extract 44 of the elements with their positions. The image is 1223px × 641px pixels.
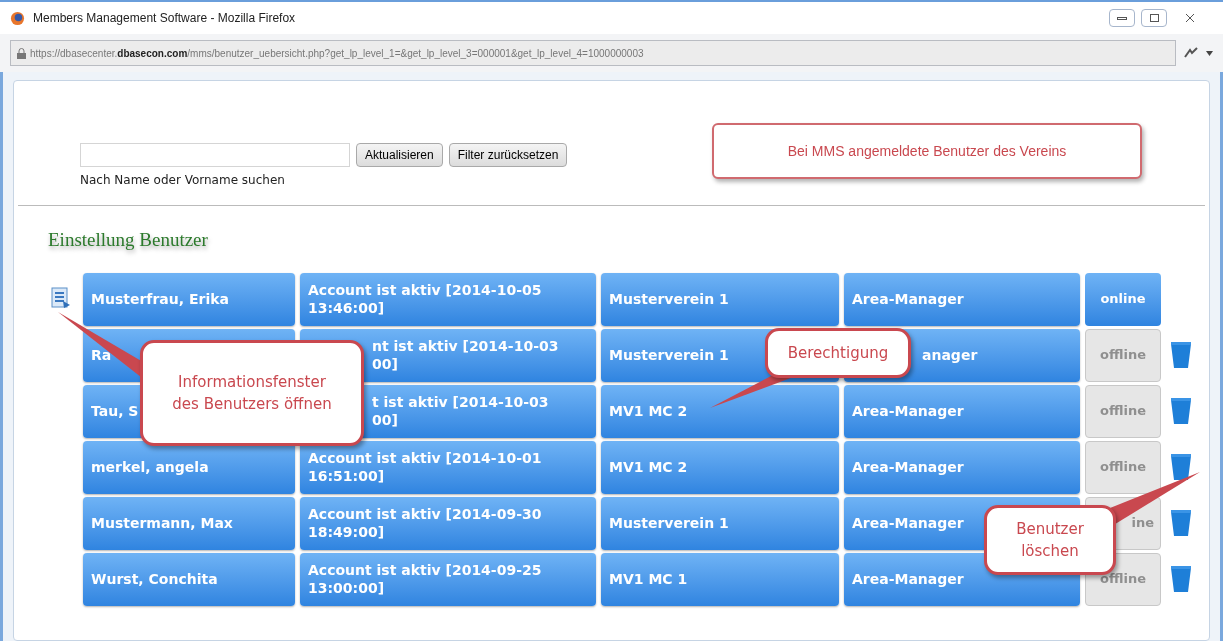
account-status-cell: Account ist aktiv [2014-10-01 16:51:00]	[300, 440, 596, 494]
address-bar[interactable]: https://dbasecenter.dbasecon.com/mms/benutzer_uebersicht.php?get_lp_level_1=&get_lp_level_3=000001&get_lp_level_4=1000000003	[10, 40, 1176, 66]
info-document-icon[interactable]	[51, 286, 71, 309]
online-status-button[interactable]: offline	[1085, 384, 1161, 438]
club-cell: MV1 MC 1	[601, 552, 839, 606]
search-button[interactable]: Aktualisieren	[356, 143, 443, 167]
search-button[interactable]: Filter zurücksetzen	[448, 143, 568, 167]
callout-tooltip: Berechtigung	[765, 328, 911, 378]
minimize-button[interactable]	[1109, 9, 1135, 27]
search-field[interactable]	[80, 143, 350, 167]
club-cell: MV1 MC 2	[601, 384, 839, 438]
dropdown-caret-icon[interactable]	[1206, 50, 1213, 56]
club-cell: Musterverein 1	[601, 496, 839, 550]
role-cell: Area-Manager	[844, 440, 1080, 494]
online-status-button[interactable]: offline	[1085, 440, 1161, 494]
maximize-button[interactable]	[1141, 9, 1167, 27]
account-status-cell: Account ist aktiv [2014-09-30 18:49:00]	[300, 496, 596, 550]
trash-icon[interactable]	[1170, 509, 1192, 537]
role-cell: Area-Manager	[844, 384, 1080, 438]
lock-icon	[17, 47, 26, 59]
callout-tooltip: Informationsfenster des Benutzers öffnen	[140, 340, 364, 446]
window-title: Members Management Software - Mozilla Firefox	[33, 10, 296, 27]
online-status-button[interactable]: offline	[1085, 328, 1161, 382]
user-name-cell[interactable]: Mustermann, Max	[83, 496, 295, 550]
user-name-cell[interactable]: Wurst, Conchita	[83, 552, 295, 606]
url-text: https://dbasecenter.dbasecon.com/mms/benutzer_uebersicht.php?get_lp_level_1=&get_lp_level_3=000001&get_lp_level_4=1000000003	[30, 46, 644, 61]
club-cell: Musterverein 1	[601, 272, 839, 326]
user-name-cell[interactable]: merkel, angela	[83, 440, 295, 494]
club-cell: MV1 MC 2	[601, 440, 839, 494]
close-icon[interactable]	[1186, 14, 1194, 22]
user-name-cell[interactable]: Musterfrau, Erika	[83, 272, 295, 326]
section-heading: Einstellung Benutzer	[48, 229, 208, 250]
trash-icon[interactable]	[1170, 453, 1192, 481]
account-status-cell: Account ist aktiv [2014-10-05 13:46:00]	[300, 272, 596, 326]
role-cell: Area-Manager	[844, 272, 1080, 326]
trash-icon[interactable]	[1170, 397, 1192, 425]
extension-icon[interactable]	[1184, 47, 1198, 59]
callout-tooltip: Bei MMS angemeldete Benutzer des Vereins	[712, 123, 1142, 179]
account-status-cell: Account ist aktiv [2014-09-25 13:00:00]	[300, 552, 596, 606]
trash-icon[interactable]	[1170, 565, 1192, 593]
trash-icon[interactable]	[1170, 341, 1192, 369]
online-status-button[interactable]: online	[1085, 272, 1161, 326]
browser-logo-icon	[10, 10, 25, 26]
search-hint: Nach Name oder Vorname suchen	[80, 172, 285, 189]
